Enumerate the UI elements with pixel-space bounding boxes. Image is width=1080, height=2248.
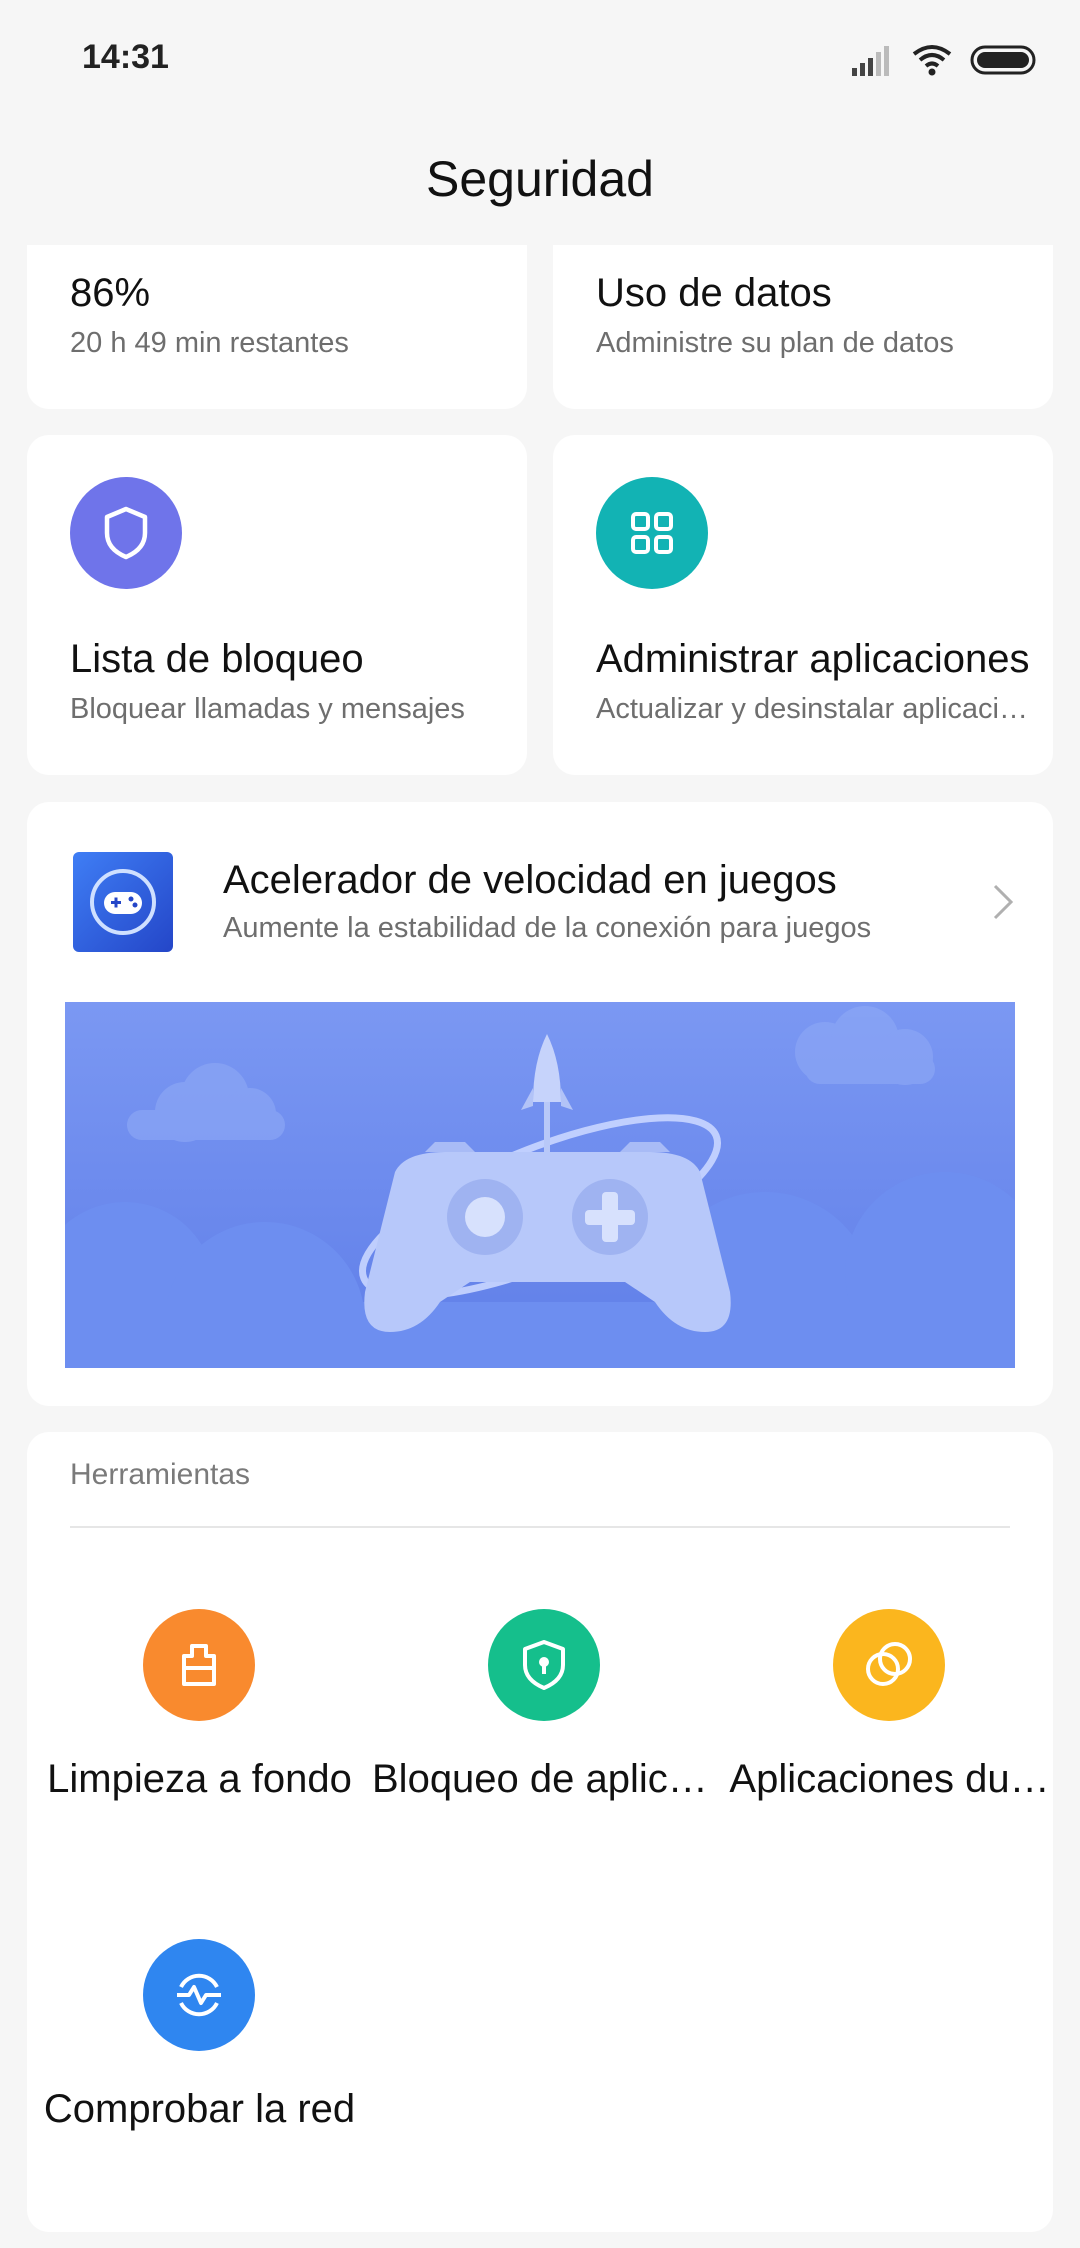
blocklist-subtitle: Bloquear llamadas y mensajes [70, 693, 465, 725]
tool-dual-apps-label: Aplicaciones du… [729, 1757, 1050, 1801]
tool-deep-clean[interactable]: Limpieza a fondo [27, 1609, 372, 1849]
blocklist-title: Lista de bloqueo [70, 637, 364, 681]
manage-apps-card[interactable]: Administrar aplicaciones Actualizar y de… [553, 435, 1053, 775]
game-booster-subtitle: Aumente la estabilidad de la conexión pa… [223, 912, 872, 944]
page-title: Seguridad [426, 151, 654, 207]
gamepad-icon [73, 852, 173, 952]
tool-network-check[interactable]: Comprobar la red [27, 1939, 372, 2179]
status-time: 14:31 [82, 38, 169, 76]
manage-apps-title: Administrar aplicaciones [596, 637, 1030, 681]
tool-deep-clean-label: Limpieza a fondo [47, 1757, 352, 1801]
tool-app-lock[interactable]: Bloqueo de aplica… [372, 1609, 717, 1849]
battery-remaining: 20 h 49 min restantes [70, 327, 349, 359]
tools-card: Herramientas Limpieza a fondo Bloqueo de… [27, 1432, 1053, 2232]
chevron-right-icon[interactable] [989, 880, 1017, 924]
tool-dual-apps[interactable]: Aplicaciones du… [717, 1609, 1062, 1849]
status-bar: 14:31 [0, 0, 1080, 118]
tool-app-lock-label: Bloqueo de aplica… [372, 1757, 717, 1801]
battery-icon [970, 45, 1036, 75]
tools-divider [70, 1526, 1010, 1528]
dual-apps-icon [833, 1609, 945, 1721]
status-icons [850, 40, 1038, 80]
wifi-icon [912, 45, 952, 76]
deep-clean-icon [143, 1609, 255, 1721]
game-booster-illustration [65, 1006, 1015, 1368]
network-check-icon [143, 1939, 255, 2051]
blocklist-card[interactable]: Lista de bloqueo Bloquear llamadas y men… [27, 435, 527, 775]
data-usage-title: Uso de datos [596, 271, 832, 315]
data-usage-card[interactable]: Uso de datos Administre su plan de datos [553, 245, 1053, 409]
apps-grid-icon [596, 477, 708, 589]
tool-network-check-label: Comprobar la red [43, 2087, 356, 2131]
manage-apps-subtitle: Actualizar y desinstalar aplicacio… [596, 693, 1036, 725]
game-booster-banner[interactable] [65, 1002, 1015, 1368]
game-booster-title: Acelerador de velocidad en juegos [223, 858, 837, 902]
data-usage-subtitle: Administre su plan de datos [596, 327, 954, 359]
app-lock-icon [488, 1609, 600, 1721]
shield-icon [70, 477, 182, 589]
game-booster-card[interactable]: Acelerador de velocidad en juegos Aument… [27, 802, 1053, 1406]
battery-card[interactable]: 86% 20 h 49 min restantes [27, 245, 527, 409]
battery-percentage: 86% [70, 271, 151, 315]
tools-header: Herramientas [70, 1458, 251, 1491]
signal-icon [852, 46, 889, 76]
